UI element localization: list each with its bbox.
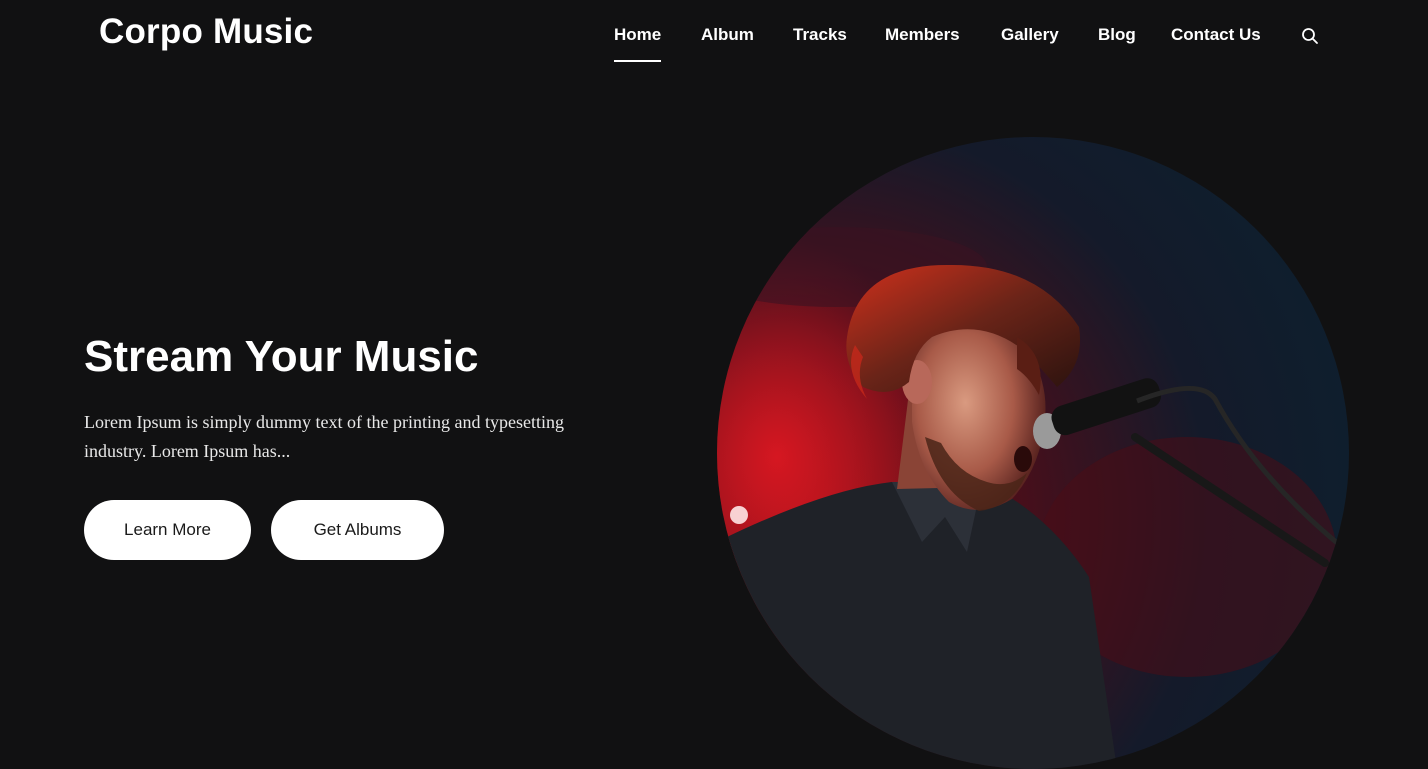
nav-link-tracks[interactable]: Tracks: [793, 22, 847, 48]
hero-image: [717, 137, 1349, 769]
hero-title: Stream Your Music: [84, 332, 479, 381]
hero-description: Lorem Ipsum is simply dummy text of the …: [84, 412, 564, 461]
search-icon: [1302, 28, 1318, 44]
nav-link-home[interactable]: Home: [614, 22, 662, 62]
nav-link-gallery[interactable]: Gallery: [1001, 22, 1059, 48]
nav-link-blog[interactable]: Blog: [1098, 22, 1136, 48]
singer-with-microphone-photo: [717, 137, 1349, 769]
get-albums-button[interactable]: Get Albums: [271, 500, 444, 560]
search-button[interactable]: [1300, 26, 1320, 46]
site-logo[interactable]: Corpo Music: [99, 8, 313, 56]
learn-more-button[interactable]: Learn More: [84, 500, 251, 560]
nav-link-members[interactable]: Members: [885, 22, 960, 48]
nav-link-contact-us[interactable]: Contact Us: [1171, 22, 1261, 48]
nav-link-album[interactable]: Album: [701, 22, 754, 48]
